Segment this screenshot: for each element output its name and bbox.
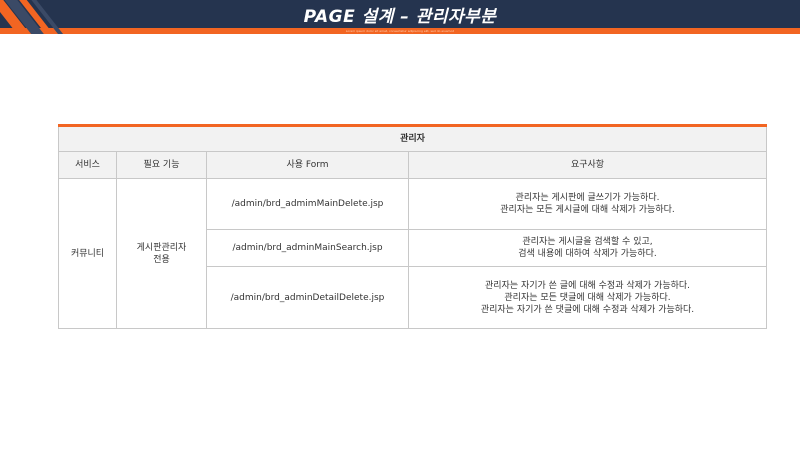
page-title: PAGE 설계 – 관리자부분 — [303, 7, 497, 27]
feature-line: 전용 — [153, 254, 170, 265]
form-cell: /admin/brd_adminDetailDelete.jsp — [206, 266, 409, 329]
requirements-cell: 관리자는 게시판에 글쓰기가 가능하다. 관리자는 모든 게시글에 대해 삭제가… — [407, 178, 768, 230]
requirement-line: 관리자는 모든 댓글에 대해 삭제가 가능하다. — [504, 292, 671, 303]
table-title: 관리자 — [57, 125, 768, 152]
requirement-line: 관리자는 게시판에 글쓰기가 가능하다. — [515, 193, 660, 203]
requirement-line: 관리자는 모든 게시글에 대해 삭제가 가능하다. — [500, 205, 675, 215]
requirements-cell: 관리자는 게시글을 검색할 수 있고, 검색 내용에 대하여 삭제가 가능하다. — [407, 229, 768, 267]
requirement-line: 검색 내용에 대하여 삭제가 가능하다. — [518, 249, 657, 259]
admin-spec-table: 관리자 서비스 필요 기능 사용 Form 요구사항 커뮤니티 게시판관리자 전… — [57, 124, 768, 329]
requirement-line: 관리자는 게시글을 검색할 수 있고, — [522, 237, 653, 247]
table-header-row: 서비스 필요 기능 사용 Form 요구사항 — [58, 151, 768, 179]
column-header-form: 사용 Form — [206, 151, 409, 179]
feature-line: 게시판관리자 — [136, 242, 187, 253]
column-header-service: 서비스 — [58, 151, 117, 179]
page-subtitle: Lorem ipsum dolor sit amet, consectetur … — [345, 29, 455, 33]
requirement-line: 관리자는 자기가 쓴 댓글에 대해 수정과 삭제가 가능하다. — [480, 304, 695, 315]
table-title-row: 관리자 — [57, 125, 768, 152]
feature-cell: 게시판관리자 전용 — [116, 178, 207, 329]
requirement-line: 관리자는 자기가 쓴 글에 대해 수정과 삭제가 가능하다. — [484, 280, 691, 291]
column-header-requirements: 요구사항 — [407, 151, 768, 179]
requirements-cell: 관리자는 자기가 쓴 글에 대해 수정과 삭제가 가능하다. 관리자는 모든 댓… — [407, 266, 768, 329]
form-cell: /admin/brd_admimMainDelete.jsp — [206, 178, 409, 230]
table-row: 커뮤니티 게시판관리자 전용 /admin/brd_admimMainDelet… — [58, 178, 768, 329]
service-cell: 커뮤니티 — [58, 178, 117, 329]
column-header-feature: 필요 기능 — [116, 151, 207, 179]
form-cell: /admin/brd_adminMainSearch.jsp — [206, 229, 409, 267]
